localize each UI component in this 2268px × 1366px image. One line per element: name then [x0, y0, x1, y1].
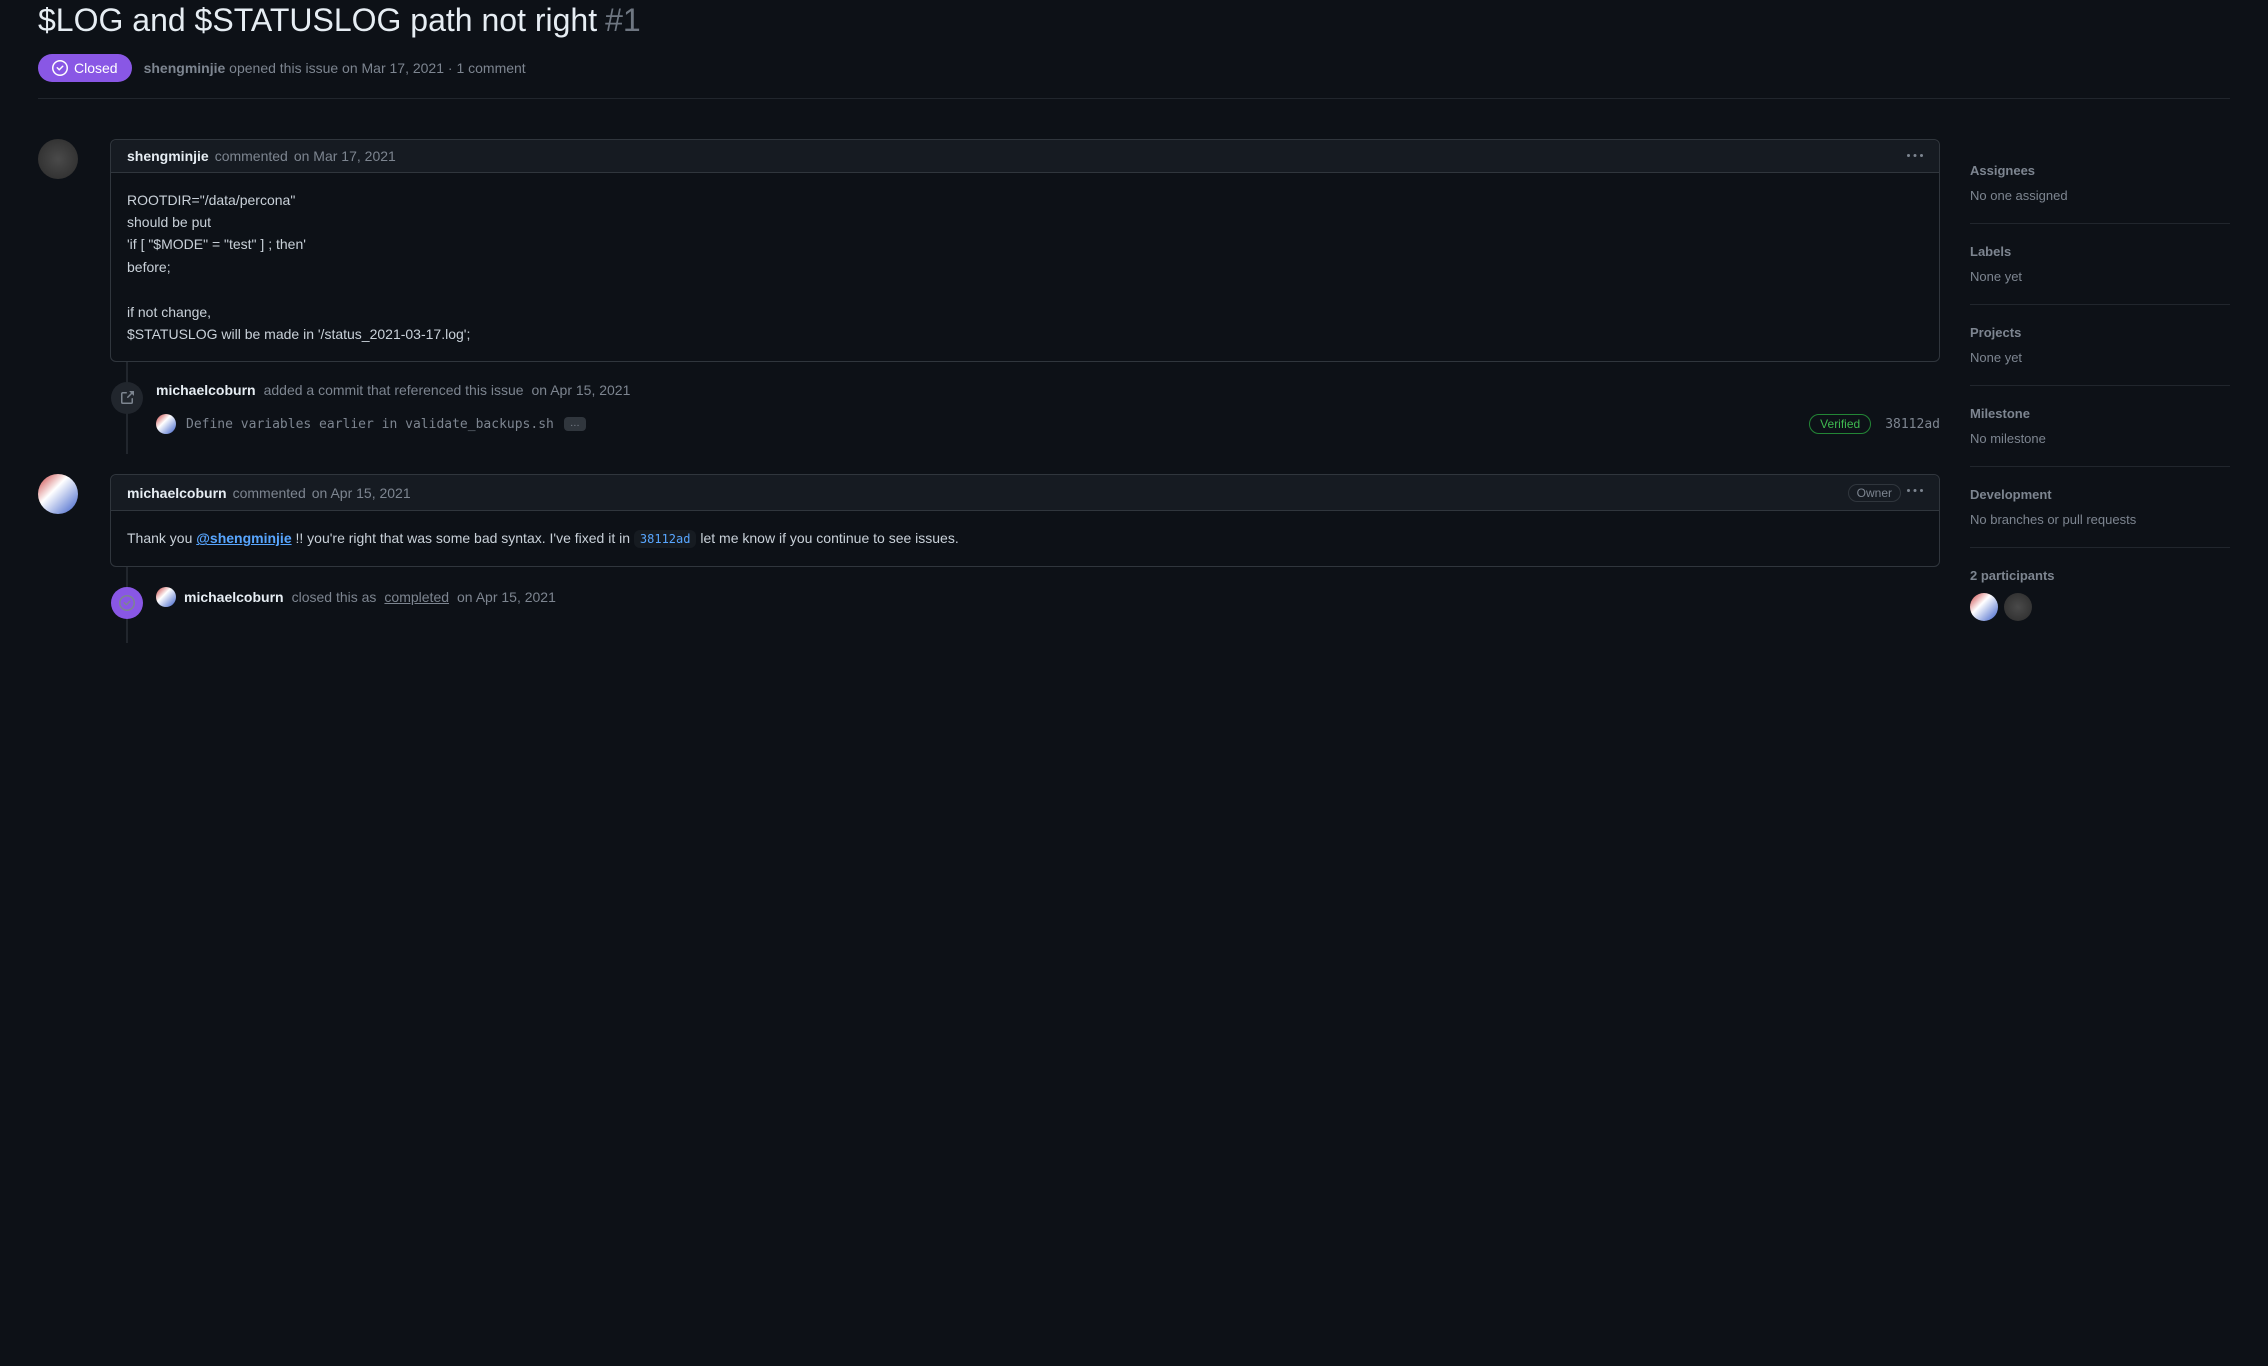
issue-meta-line: shengminjie opened this issue on Mar 17,…: [144, 60, 526, 76]
comment-date[interactable]: on Mar 17, 2021: [294, 148, 396, 164]
issue-author-link[interactable]: shengminjie: [144, 60, 226, 76]
event-date[interactable]: on Apr 15, 2021: [532, 382, 631, 398]
kebab-icon: [1907, 483, 1923, 499]
comment-item: shengminjie commented on Mar 17, 2021 RO…: [38, 139, 1940, 363]
avatar[interactable]: [38, 139, 78, 179]
closed-event: michaelcoburn closed this as completed o…: [156, 587, 1940, 607]
event-author-link[interactable]: michaelcoburn: [156, 382, 256, 398]
issue-header: $LOG and $STATUSLOG path not right#1 Clo…: [38, 0, 2230, 99]
sidebar-labels[interactable]: Labels None yet: [1970, 244, 2230, 305]
commit-ref-link[interactable]: 38112ad: [634, 530, 697, 548]
sidebar: Assignees No one assigned Labels None ye…: [1970, 139, 2230, 661]
issue-number: #1: [605, 2, 641, 38]
expand-ellipsis-button[interactable]: …: [564, 417, 586, 431]
event-author-link[interactable]: michaelcoburn: [184, 589, 284, 605]
sidebar-projects[interactable]: Projects None yet: [1970, 325, 2230, 386]
sidebar-participants: 2 participants: [1970, 568, 2230, 641]
cross-reference-event: michaelcoburn added a commit that refere…: [156, 382, 1940, 398]
participant-avatar[interactable]: [1970, 593, 1998, 621]
mention-link[interactable]: @shengminjie: [196, 530, 291, 546]
comment-author-link[interactable]: michaelcoburn: [127, 485, 227, 501]
comment-body: ROOTDIR="/data/percona" should be put 'i…: [111, 173, 1939, 362]
comment-author-link[interactable]: shengminjie: [127, 148, 209, 164]
avatar[interactable]: [156, 587, 176, 607]
sidebar-assignees[interactable]: Assignees No one assigned: [1970, 163, 2230, 224]
cross-reference-icon: [111, 382, 143, 414]
comment-date[interactable]: on Apr 15, 2021: [312, 485, 411, 501]
participant-avatar[interactable]: [2004, 593, 2032, 621]
commit-message-link[interactable]: Define variables earlier in validate_bac…: [186, 417, 554, 432]
commit-sha-link[interactable]: 38112ad: [1885, 417, 1940, 432]
issue-title: $LOG and $STATUSLOG path not right#1: [38, 0, 641, 42]
comment-body: Thank you @shengminjie !! you're right t…: [111, 511, 1939, 565]
owner-badge: Owner: [1848, 484, 1901, 502]
avatar[interactable]: [156, 414, 176, 434]
issue-closed-icon: [52, 60, 68, 76]
status-closed-badge: Closed: [38, 54, 132, 82]
comment-item: michaelcoburn commented on Apr 15, 2021 …: [38, 474, 1940, 566]
avatar[interactable]: [38, 474, 78, 514]
kebab-menu-button[interactable]: [1907, 148, 1923, 164]
completed-link[interactable]: completed: [384, 589, 449, 605]
closed-event-icon: [111, 587, 143, 619]
kebab-menu-button[interactable]: [1907, 483, 1923, 502]
sidebar-milestone[interactable]: Milestone No milestone: [1970, 406, 2230, 467]
kebab-icon: [1907, 148, 1923, 164]
sidebar-development[interactable]: Development No branches or pull requests: [1970, 487, 2230, 548]
event-date[interactable]: on Apr 15, 2021: [457, 589, 556, 605]
commit-row: Define variables earlier in validate_bac…: [156, 414, 1940, 434]
timeline: shengminjie commented on Mar 17, 2021 RO…: [38, 139, 1940, 661]
verified-badge[interactable]: Verified: [1809, 414, 1871, 434]
